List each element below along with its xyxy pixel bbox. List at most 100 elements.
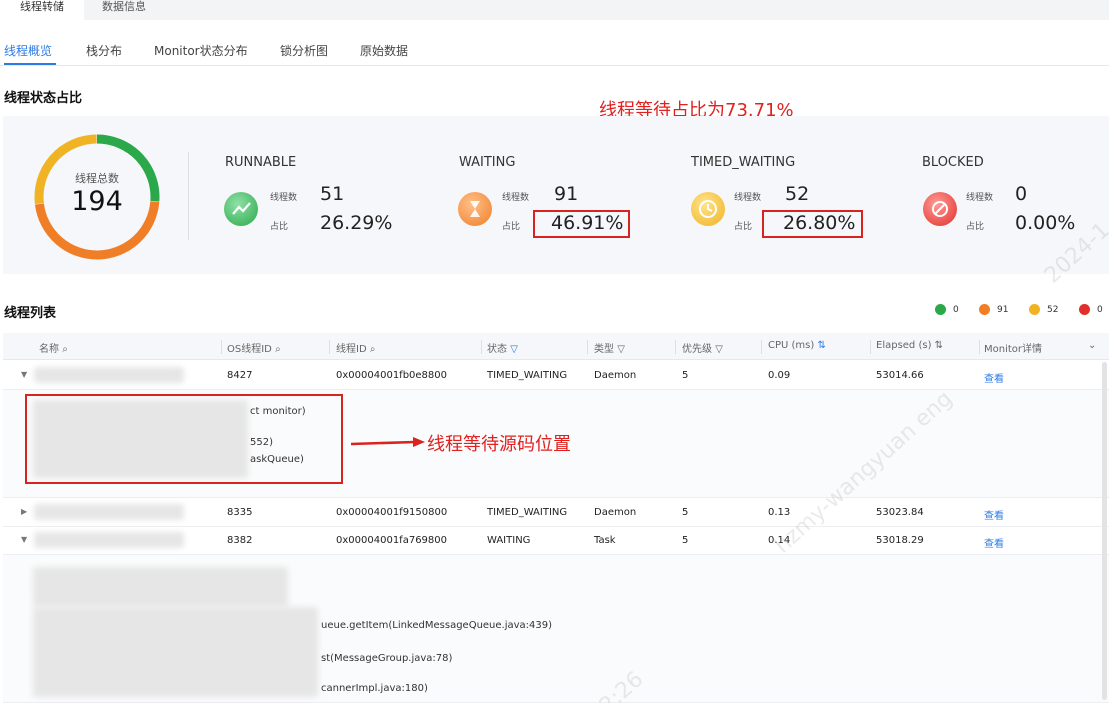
legend-dot-blocked (1079, 304, 1090, 315)
tab-data-info[interactable]: 数据信息 (102, 0, 146, 20)
legend-count-blocked: 0 (1097, 305, 1103, 315)
tab-lock-analysis[interactable]: 锁分析图 (280, 42, 328, 59)
runnable-count-label: 线程数 (270, 193, 298, 203)
blurred-thread-name (34, 504, 184, 520)
waiting-highlight-box (533, 210, 630, 238)
col-thread-id[interactable]: 线程ID ⌕ (336, 340, 375, 355)
blurred-stack-trace (33, 607, 318, 697)
col-state[interactable]: 状态 ▽ (487, 340, 518, 355)
col-priority[interactable]: 优先级 ▽ (682, 340, 723, 355)
legend-dot-timed-waiting (1029, 304, 1040, 315)
search-icon[interactable]: ⌕ (370, 344, 376, 355)
expand-caret-icon[interactable]: ▶ (21, 507, 27, 516)
blocked-icon (923, 192, 957, 226)
os-thread-id: 8335 (227, 507, 253, 518)
view-monitor-link[interactable]: 查看 (984, 370, 1004, 385)
thread-priority: 5 (682, 535, 689, 546)
collapse-caret-icon[interactable]: ▼ (21, 535, 27, 544)
stack-line: ueue.getItem(LinkedMessageQueue.java:439… (321, 620, 553, 631)
col-name[interactable]: 名称 ⌕ (39, 340, 68, 355)
search-icon[interactable]: ⌕ (275, 344, 281, 355)
stack-line: st(MessageGroup.java:78) (321, 653, 453, 664)
thread-priority: 5 (682, 370, 689, 381)
thread-state: WAITING (487, 535, 531, 546)
view-monitor-link[interactable]: 查看 (984, 535, 1004, 550)
total-value: 194 (71, 186, 123, 217)
waiting-count-label: 线程数 (502, 193, 530, 203)
collapse-caret-icon[interactable]: ▼ (21, 370, 27, 379)
col-monitor-detail: Monitor详情 (984, 344, 1043, 355)
state-blocked-title: BLOCKED (922, 155, 984, 170)
thread-list-title: 线程列表 (4, 306, 57, 321)
os-thread-id: 8427 (227, 370, 253, 381)
thread-state: TIMED_WAITING (487, 370, 568, 381)
search-icon[interactable]: ⌕ (62, 344, 68, 355)
col-elapsed[interactable]: Elapsed (s) ⇅ (876, 340, 943, 351)
blocked-count: 0 (1015, 183, 1028, 205)
total-label: 线程总数 (75, 172, 119, 185)
tab-thread-overview[interactable]: 线程概览 (4, 42, 52, 59)
blurred-stack-trace (33, 567, 288, 607)
timed-waiting-ratio-label: 占比 (734, 222, 753, 232)
tab-raw-data[interactable]: 原始数据 (360, 42, 408, 59)
vertical-scrollbar[interactable] (1102, 362, 1107, 700)
blocked-count-label: 线程数 (966, 193, 994, 203)
legend-count-waiting: 91 (997, 305, 1009, 315)
runnable-percent: 26.29% (320, 212, 393, 234)
timed-waiting-highlight-box (762, 210, 863, 238)
thread-cpu: 0.13 (768, 507, 791, 518)
waiting-ratio-label: 占比 (502, 222, 521, 232)
table-row[interactable]: ▼ 8427 0x00004001fb0e8800 TIMED_WAITING … (3, 362, 1109, 390)
waiting-count: 91 (554, 183, 579, 205)
runnable-icon (224, 192, 258, 226)
filter-icon[interactable]: ▽ (510, 344, 518, 355)
stack-line: cannerImpl.java:180) (321, 683, 428, 694)
state-waiting-title: WAITING (459, 155, 516, 170)
runnable-count: 51 (320, 183, 345, 205)
sub-tab-bar: 线程概览 栈分布 Monitor状态分布 锁分析图 原始数据 (0, 36, 1109, 66)
table-row[interactable]: ▶ 8335 0x00004001f9150800 TIMED_WAITING … (3, 499, 1109, 527)
blurred-thread-name (34, 367, 184, 383)
thread-id: 0x00004001fb0e8800 (336, 370, 448, 381)
arrow-icon (350, 437, 425, 447)
thread-elapsed: 53014.66 (876, 370, 924, 381)
stack-trace-panel: ueue.getItem(LinkedMessageQueue.java:439… (3, 555, 1109, 703)
view-monitor-link[interactable]: 查看 (984, 507, 1004, 522)
stats-section-title: 线程状态占比 (4, 91, 83, 106)
legend-dot-waiting (979, 304, 990, 315)
table-header: 名称 ⌕ OS线程ID ⌕ 线程ID ⌕ 状态 ▽ 类型 ▽ 优先级 ▽ CPU… (3, 333, 1109, 360)
state-timed-waiting-title: TIMED_WAITING (691, 155, 796, 170)
col-os-thread-id[interactable]: OS线程ID ⌕ (227, 340, 281, 355)
waiting-icon (458, 192, 492, 226)
filter-icon[interactable]: ▽ (617, 344, 625, 355)
table-row[interactable]: ▼ 8382 0x00004001fa769800 WAITING Task 5… (3, 527, 1109, 555)
filter-icon[interactable]: ▽ (715, 344, 723, 355)
source-location-highlight-box (25, 394, 343, 484)
thread-state-panel: 线程总数 194 RUNNABLE 线程数 51 占比 26.29% WAITI… (3, 116, 1109, 274)
divider (188, 152, 189, 240)
col-cpu[interactable]: CPU (ms) ⇅ (768, 340, 826, 351)
tab-stack-distribution[interactable]: 栈分布 (86, 42, 122, 59)
sort-icon[interactable]: ⇅ (817, 340, 825, 351)
collapse-all-icon[interactable]: ⌄ (1088, 340, 1096, 351)
os-thread-id: 8382 (227, 535, 253, 546)
top-tab-bar: 线程转储 数据信息 (0, 0, 1109, 20)
state-runnable-title: RUNNABLE (225, 155, 297, 170)
thread-type: Task (594, 535, 616, 546)
sort-icon[interactable]: ⇅ (935, 340, 943, 351)
col-type[interactable]: 类型 ▽ (594, 340, 625, 355)
thread-priority: 5 (682, 507, 689, 518)
thread-id: 0x00004001f9150800 (336, 507, 448, 518)
tab-monitor-distribution[interactable]: Monitor状态分布 (154, 42, 248, 59)
thread-cpu: 0.09 (768, 370, 791, 381)
timed-waiting-icon (691, 192, 725, 226)
thread-elapsed: 53023.84 (876, 507, 924, 518)
tab-thread-dump[interactable]: 线程转储 (0, 0, 84, 20)
legend-count-timed-waiting: 52 (1047, 305, 1059, 315)
annotation-source-location: 线程等待源码位置 (427, 434, 571, 455)
thread-type: Daemon (594, 507, 637, 518)
blocked-ratio-label: 占比 (966, 222, 985, 232)
timed-waiting-count: 52 (785, 183, 810, 205)
thread-id: 0x00004001fa769800 (336, 535, 448, 546)
thread-elapsed: 53018.29 (876, 535, 924, 546)
